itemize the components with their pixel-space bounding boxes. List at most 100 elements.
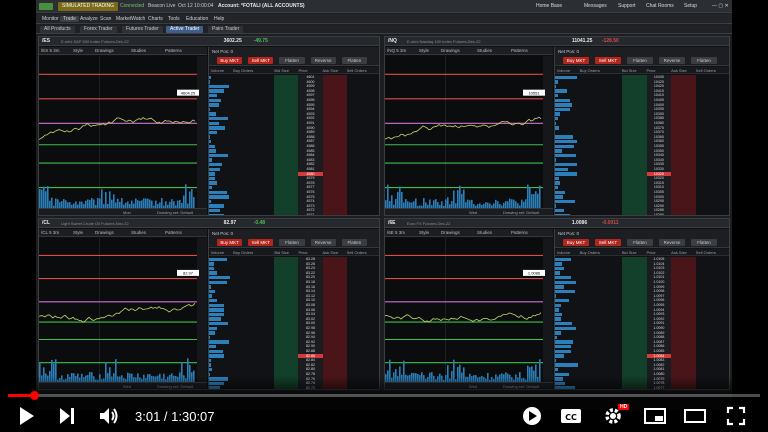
autoplay-toggle-icon[interactable] <box>522 406 542 426</box>
buy-market-button[interactable]: Buy MKT <box>563 57 589 64</box>
chart-tool-1[interactable]: Style <box>73 230 83 235</box>
volume-profile-bar <box>209 195 229 199</box>
messages-link[interactable]: Messages <box>584 3 607 9</box>
reverse-button[interactable]: Reverse <box>310 239 336 246</box>
chart-tool-2[interactable]: Drawings <box>95 48 114 53</box>
chart-tool-0[interactable]: /6E 5 3m <box>387 230 405 235</box>
flatten-button[interactable]: Flatten <box>279 239 305 246</box>
chart-tool-0[interactable]: /ES 5 3m <box>41 48 60 53</box>
volume-profile-bar <box>555 185 558 190</box>
trade-panel-1: /NQ E-mini Nasdaq 100 Index Futures,Dec-2… <box>384 36 730 216</box>
home-base-link[interactable]: Home Base <box>536 3 562 9</box>
tab-futures-trader[interactable]: Futures Trader <box>122 26 163 33</box>
chart-tool-2[interactable]: Drawings <box>95 230 114 235</box>
cancel-flatten-button[interactable]: Flatten <box>691 239 717 246</box>
flatten-button[interactable]: Flatten <box>279 57 305 64</box>
drawing-set-selector[interactable]: Drawing set: Default <box>157 210 193 215</box>
volume-bar <box>457 190 459 209</box>
trading-app-window: SIMULATED TRADING Connected Beacon Live … <box>36 0 732 410</box>
price-chart[interactable]: /ES 5 3m Style Drawings Studies Patterns 4604… <box>39 47 207 215</box>
chart-tool-0[interactable]: /NQ 5 3m <box>387 48 406 53</box>
chart-tool-3[interactable]: Studies <box>477 230 492 235</box>
setup-link[interactable]: Setup <box>684 3 697 9</box>
sell-market-button[interactable]: Sell MKT <box>595 57 621 64</box>
menu-marketwatch[interactable]: MarketWatch <box>116 16 145 22</box>
chart-tool-4[interactable]: Patterns <box>511 48 528 53</box>
volume-profile-bar <box>555 363 578 367</box>
progress-scrubber[interactable] <box>29 391 39 400</box>
chart-tool-1[interactable]: Style <box>419 48 429 53</box>
chart-tool-1[interactable]: Style <box>73 48 83 53</box>
buy-market-button[interactable]: Buy MKT <box>217 57 243 64</box>
symbol-label[interactable]: /NQ <box>388 38 397 44</box>
price-change: -0.0011 <box>601 220 619 226</box>
flatten-button[interactable]: Flatten <box>627 239 653 246</box>
menu-education[interactable]: Education <box>186 16 208 22</box>
theater-mode-icon[interactable] <box>684 406 706 426</box>
account-selector[interactable]: Account: *FOTALI (ALL ACCOUNTS) <box>218 3 305 9</box>
tab-all-products[interactable]: All Products <box>40 26 75 33</box>
play-icon[interactable] <box>18 406 36 426</box>
session-divider <box>445 56 446 209</box>
price-chart[interactable]: /CL 5 3m Style Drawings Studies Patterns 82.9… <box>39 229 207 389</box>
chart-tool-3[interactable]: Studies <box>131 230 146 235</box>
sell-market-button[interactable]: Sell MKT <box>248 239 274 246</box>
symbol-label[interactable]: /ES <box>42 38 50 44</box>
symbol-label[interactable]: /6E <box>388 220 396 226</box>
drawing-set-selector[interactable]: Drawing set: Default <box>503 210 539 215</box>
volume-profile-bar <box>555 144 574 149</box>
tab-active-trader[interactable]: Active Trader <box>166 26 204 33</box>
symbol-label[interactable]: /CL <box>42 220 50 226</box>
cancel-flatten-button[interactable]: Flatten <box>691 57 717 64</box>
volume-profile-bar <box>555 308 560 312</box>
volume-profile-bar <box>209 176 215 181</box>
chart-tool-0[interactable]: /CL 5 3m <box>41 230 59 235</box>
sell-market-button[interactable]: Sell MKT <box>595 239 621 246</box>
column-header-4: Ask Size <box>322 250 339 255</box>
chart-tool-3[interactable]: Studies <box>477 48 492 53</box>
buy-market-button[interactable]: Buy MKT <box>563 239 589 246</box>
volume-profile-bar <box>209 367 213 372</box>
tab-pairs-trader[interactable]: Pairs Trader <box>208 26 244 33</box>
cancel-flatten-button[interactable]: Flatten <box>341 239 367 246</box>
ladder-price-row[interactable]: 10280 <box>647 213 672 215</box>
cancel-flatten-button[interactable]: Flatten <box>341 57 367 64</box>
chart-tool-2[interactable]: Drawings <box>441 48 460 53</box>
progress-bar[interactable] <box>8 391 760 400</box>
menu-charts[interactable]: Charts <box>148 16 163 22</box>
sell-market-button[interactable]: Sell MKT <box>248 57 274 64</box>
chart-tool-2[interactable]: Drawings <box>441 230 460 235</box>
menu-scan[interactable]: Scan <box>100 16 111 22</box>
menu-trade[interactable]: Trade <box>60 16 79 22</box>
chart-tool-4[interactable]: Patterns <box>511 230 528 235</box>
ladder-price-row[interactable]: 4571 <box>298 213 322 215</box>
next-icon[interactable] <box>58 406 76 426</box>
price-chart[interactable]: /6E 5 3m Style Drawings Studies Patterns 1.00… <box>385 229 553 389</box>
chart-tool-4[interactable]: Patterns <box>165 230 182 235</box>
volume-profile-bar <box>555 312 563 317</box>
volume-bar <box>461 193 463 209</box>
menu-help[interactable]: Help <box>214 16 224 22</box>
buy-market-button[interactable]: Buy MKT <box>217 239 243 246</box>
price-chart[interactable]: /NQ 5 3m Style Drawings Studies Patterns 1055… <box>385 47 553 215</box>
captions-icon[interactable]: CC <box>560 406 582 426</box>
volume-icon[interactable] <box>98 406 120 426</box>
fullscreen-icon[interactable] <box>726 406 746 426</box>
support-link[interactable]: Support <box>618 3 636 9</box>
chart-tool-1[interactable]: Style <box>419 230 429 235</box>
menu-tools[interactable]: Tools <box>168 16 180 22</box>
window-controls-icon[interactable]: — ▢ ✕ <box>712 3 729 9</box>
reverse-button[interactable]: Reverse <box>659 239 685 246</box>
chart-canvas: 82.97 <box>39 238 207 383</box>
flatten-button[interactable]: Flatten <box>627 57 653 64</box>
reverse-button[interactable]: Reverse <box>310 57 336 64</box>
miniplayer-icon[interactable] <box>644 406 666 426</box>
reverse-button[interactable]: Reverse <box>659 57 685 64</box>
menu-analyze[interactable]: Analyze <box>80 16 98 22</box>
tab-forex-trader[interactable]: Forex Trader <box>80 26 117 33</box>
chat-rooms-link[interactable]: Chat Rooms <box>646 3 674 9</box>
chart-tool-4[interactable]: Patterns <box>165 48 182 53</box>
price-column: 1.0105 1.0104 1.0103 1.0102 1.0101 1.0100 1.00… <box>646 257 672 389</box>
chart-tool-3[interactable]: Studies <box>131 48 146 53</box>
menu-monitor[interactable]: Monitor <box>42 16 59 22</box>
